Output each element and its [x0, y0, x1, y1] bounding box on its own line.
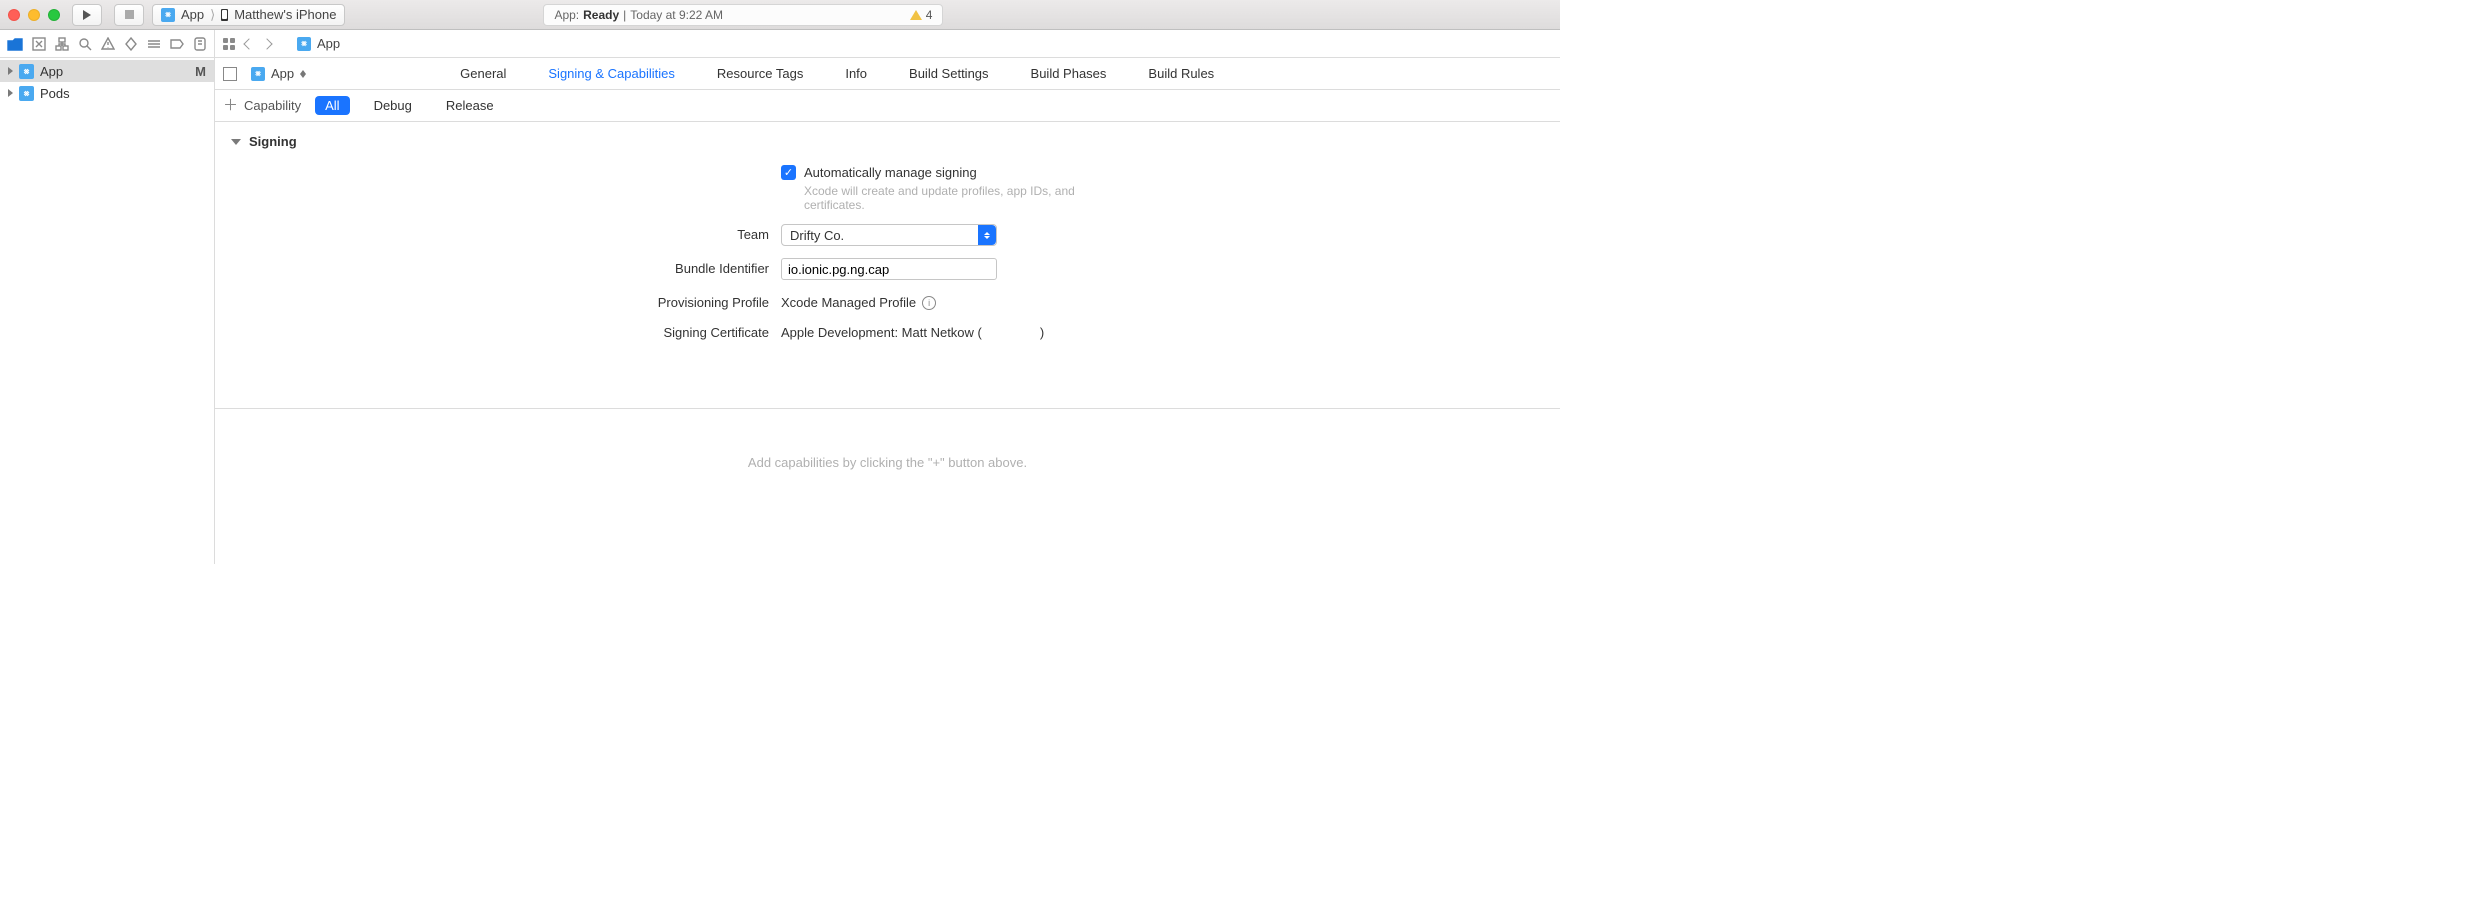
warnings-button[interactable]: 4: [910, 8, 933, 22]
nav-back-icon[interactable]: [243, 38, 254, 49]
issue-navigator-tab[interactable]: [101, 36, 115, 52]
status-sep: |: [623, 8, 626, 22]
auto-manage-caption: Xcode will create and update profiles, a…: [804, 184, 1104, 212]
navigator-item-pods[interactable]: ⨳ Pods: [0, 82, 214, 104]
tab-build-phases[interactable]: Build Phases: [1031, 66, 1107, 81]
signing-cert-label: Signing Certificate: [229, 322, 769, 340]
project-icon: ⨳: [297, 37, 311, 51]
symbol-navigator-tab[interactable]: [55, 36, 69, 52]
filter-release[interactable]: Release: [436, 96, 504, 115]
scheme-selector[interactable]: ⨳ App ⟩ Matthew's iPhone: [152, 4, 345, 26]
settings-tabs: General Signing & Capabilities Resource …: [460, 66, 1214, 81]
team-select[interactable]: Drifty Co.: [781, 224, 997, 246]
nav-forward-icon[interactable]: [261, 38, 272, 49]
add-capabilities-hint: Add capabilities by clicking the "+" but…: [215, 408, 1560, 470]
debug-navigator-tab[interactable]: [147, 36, 161, 52]
close-icon[interactable]: [8, 9, 20, 21]
provisioning-profile-value: Xcode Managed Profile: [781, 295, 916, 310]
editor-body: Signing ✓ Automatically manage signing X…: [215, 122, 1560, 564]
warning-icon: [910, 10, 922, 20]
warning-count: 4: [926, 8, 933, 22]
editor: ⨳ App ⨳ App General Signing & Capabiliti…: [215, 30, 1560, 564]
zoom-icon[interactable]: [48, 9, 60, 21]
disclosure-icon[interactable]: [8, 89, 13, 97]
disclosure-down-icon: [231, 139, 241, 145]
breadcrumb-label: App: [317, 36, 340, 51]
stop-icon: [125, 10, 134, 19]
navigator-item-app[interactable]: ⨳ App M: [0, 60, 214, 82]
disclosure-icon[interactable]: [8, 67, 13, 75]
target-select[interactable]: ⨳ App: [251, 66, 306, 81]
bundle-id-input[interactable]: [781, 258, 997, 280]
minimize-icon[interactable]: [28, 9, 40, 21]
navigator: ⨳ App M ⨳ Pods: [0, 30, 215, 564]
scheme-device: Matthew's iPhone: [234, 7, 336, 22]
redacted-cert-id: [982, 325, 1040, 337]
report-navigator-tab[interactable]: [193, 36, 207, 52]
signing-cert-value-suffix: ): [1040, 325, 1044, 340]
status-app: App:: [554, 8, 579, 22]
select-knob-icon: [978, 225, 996, 245]
breadcrumb[interactable]: ⨳ App: [297, 36, 340, 51]
window-controls: [8, 9, 60, 21]
breakpoint-navigator-tab[interactable]: [170, 36, 184, 52]
provisioning-profile-label: Provisioning Profile: [229, 292, 769, 310]
tab-signing-capabilities[interactable]: Signing & Capabilities: [548, 66, 674, 81]
tab-resource-tags[interactable]: Resource Tags: [717, 66, 803, 81]
activity-status: App: Ready | Today at 9:22 AM 4: [543, 4, 943, 26]
target-name: App: [271, 66, 294, 81]
info-icon[interactable]: i: [922, 296, 936, 310]
jump-bar[interactable]: ⨳ App: [215, 30, 1560, 58]
outline-toggle-icon[interactable]: [223, 67, 237, 81]
add-capability-label: Capability: [244, 98, 301, 113]
auto-manage-label: Automatically manage signing: [804, 165, 977, 180]
auto-manage-row[interactable]: ✓ Automatically manage signing: [781, 165, 1104, 180]
signing-cert-value-prefix: Apple Development: Matt Netkow (: [781, 325, 982, 340]
target-icon: ⨳: [161, 8, 175, 22]
navigator-item-label: App: [40, 64, 63, 79]
navigator-tabs: [0, 30, 214, 58]
navigator-item-label: Pods: [40, 86, 70, 101]
signing-section-title: Signing: [249, 134, 297, 149]
scm-badge: M: [195, 64, 206, 79]
related-items-icon[interactable]: [223, 38, 235, 50]
status-time: Today at 9:22 AM: [630, 8, 723, 22]
tab-build-rules[interactable]: Build Rules: [1148, 66, 1214, 81]
config-filter: All Debug Release: [315, 96, 503, 115]
signing-section-header[interactable]: Signing: [229, 132, 1546, 151]
target-icon: ⨳: [251, 67, 265, 81]
team-value: Drifty Co.: [790, 228, 844, 243]
scheme-app: App: [181, 7, 204, 22]
source-control-navigator-tab[interactable]: [32, 36, 46, 52]
checkbox-checked-icon[interactable]: ✓: [781, 165, 796, 180]
project-icon: ⨳: [19, 86, 34, 101]
find-navigator-tab[interactable]: [78, 36, 92, 52]
updown-icon: [300, 70, 306, 78]
project-icon: ⨳: [19, 64, 34, 79]
tab-build-settings[interactable]: Build Settings: [909, 66, 989, 81]
filter-all[interactable]: All: [315, 96, 349, 115]
device-icon: [221, 9, 228, 21]
titlebar: ⨳ App ⟩ Matthew's iPhone App: Ready | To…: [0, 0, 1560, 30]
plus-icon: ＋: [223, 98, 238, 113]
tab-general[interactable]: General: [460, 66, 506, 81]
stop-button[interactable]: [114, 4, 144, 26]
project-navigator-tab[interactable]: [7, 36, 23, 52]
capability-bar: ＋ Capability All Debug Release: [215, 90, 1560, 122]
team-label: Team: [229, 224, 769, 242]
target-settings-header: ⨳ App General Signing & Capabilities Res…: [215, 58, 1560, 90]
status-state: Ready: [583, 8, 619, 22]
run-button[interactable]: [72, 4, 102, 26]
filter-debug[interactable]: Debug: [364, 96, 422, 115]
scheme-separator: ⟩: [210, 7, 215, 23]
add-capability-button[interactable]: ＋ Capability: [223, 98, 301, 113]
test-navigator-tab[interactable]: [124, 36, 138, 52]
play-icon: [83, 10, 91, 20]
tab-info[interactable]: Info: [845, 66, 867, 81]
navigator-list: ⨳ App M ⨳ Pods: [0, 58, 214, 564]
bundle-id-label: Bundle Identifier: [229, 258, 769, 276]
